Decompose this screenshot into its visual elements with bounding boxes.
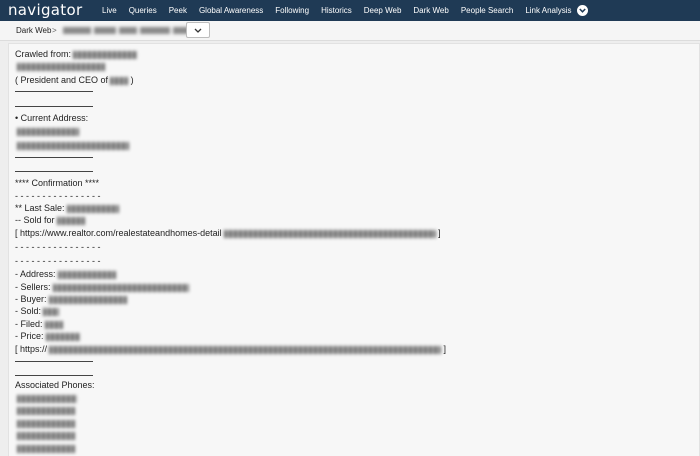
crawled-document-content: Crawled from: ( President and CEO of ) •… <box>8 43 700 456</box>
crawled-from-line: Crawled from: <box>15 48 138 60</box>
sellers-label: - Sellers: <box>15 282 51 292</box>
dashes-line: - - - - - - - - - - - - - - - - <box>15 256 101 266</box>
redacted-name <box>73 50 138 59</box>
sold-for-label: -- Sold for <box>15 215 55 225</box>
redacted-link-path <box>49 345 442 354</box>
last-sale-label: ** Last Sale: <box>15 203 65 213</box>
role-line: ( President and CEO of ) <box>15 74 134 86</box>
link-close-bracket: ] <box>443 344 447 354</box>
realtor-link-text[interactable]: [ https://www.realtor.com/realestateandh… <box>15 228 222 238</box>
breadcrumb-separator: > <box>52 26 57 35</box>
redacted-company <box>110 76 129 85</box>
redacted-sellers <box>52 283 189 292</box>
redacted-buyer <box>48 295 127 304</box>
menu-item-historics[interactable]: Historics <box>315 6 358 15</box>
redacted-phone <box>17 406 75 415</box>
last-sale-line: ** Last Sale: <box>15 202 119 214</box>
breadcrumb-current-redacted <box>63 27 193 34</box>
filed-line: - Filed: <box>15 318 63 330</box>
user-menu-dropdown-button[interactable] <box>577 5 588 16</box>
redacted-phone <box>17 431 75 440</box>
role-label: ( President and CEO of <box>15 75 109 85</box>
chevron-down-icon <box>579 8 586 13</box>
buyer-label: - Buyer: <box>15 294 47 304</box>
menu-item-global-awareness[interactable]: Global Awareness <box>193 6 269 15</box>
menu-item-peek[interactable]: Peek <box>163 6 193 15</box>
divider <box>15 361 93 362</box>
sold-label: - Sold: <box>15 306 42 316</box>
breadcrumb-select-button[interactable] <box>186 22 210 38</box>
redacted-text <box>17 141 129 150</box>
chevron-down-icon <box>194 28 202 33</box>
redacted-sold-date <box>43 307 60 316</box>
phone-list-item <box>15 442 75 454</box>
filed-label: - Filed: <box>15 319 43 329</box>
second-link-line[interactable]: [ https:// ] <box>15 343 446 355</box>
divider <box>15 157 93 158</box>
menu-item-queries[interactable]: Queries <box>123 6 163 15</box>
breadcrumb-root[interactable]: Dark Web <box>16 21 51 40</box>
current-address-label: • Current Address: <box>15 113 89 123</box>
redacted-link-path <box>223 229 436 238</box>
sold-line: - Sold: <box>15 305 60 317</box>
address-line: - Address: <box>15 268 116 280</box>
menu-item-following[interactable]: Following <box>269 6 315 15</box>
redacted-filed-date <box>44 320 63 329</box>
redacted-phone <box>17 444 75 453</box>
redacted-address <box>57 270 116 279</box>
realtor-link-line[interactable]: [ https://www.realtor.com/realestateandh… <box>15 227 441 239</box>
navigator-logo[interactable]: navigator <box>8 0 82 21</box>
confirmation-heading: **** Confirmation **** <box>15 178 100 188</box>
address-label: - Address: <box>15 269 56 279</box>
link-close-bracket: ] <box>438 228 441 238</box>
menu-item-dark-web[interactable]: Dark Web <box>407 6 454 15</box>
main-menu: Live Queries Peek Global Awareness Follo… <box>96 0 578 21</box>
redacted-text <box>17 62 105 71</box>
redacted-line <box>15 60 105 72</box>
top-navigation-bar: navigator Live Queries Peek Global Aware… <box>0 0 700 21</box>
phone-list-item <box>15 392 77 404</box>
redacted-line <box>15 139 129 151</box>
menu-item-live[interactable]: Live <box>96 6 123 15</box>
sold-for-line: -- Sold for <box>15 214 85 226</box>
redacted-date <box>66 204 119 213</box>
logo-text-suffix: r <box>75 1 83 19</box>
redacted-text <box>17 127 79 136</box>
dashes-line: - - - - - - - - - - - - - - - - <box>15 242 101 252</box>
role-close: ) <box>130 75 134 85</box>
phone-list-item <box>15 404 75 416</box>
redacted-line <box>15 125 79 137</box>
redacted-amount <box>56 216 85 225</box>
price-label: - Price: <box>15 331 44 341</box>
current-address-line: • Current Address: <box>15 112 88 124</box>
phone-list-item <box>15 417 75 429</box>
phone-list-item <box>15 429 75 441</box>
menu-item-people-search[interactable]: People Search <box>455 6 519 15</box>
divider <box>15 171 93 172</box>
divider <box>15 91 93 92</box>
menu-item-deep-web[interactable]: Deep Web <box>358 6 408 15</box>
redacted-phone <box>17 419 75 428</box>
crawled-from-label: Crawled from: <box>15 49 72 59</box>
divider <box>15 106 93 107</box>
menu-item-link-analysis[interactable]: Link Analysis <box>519 6 577 15</box>
price-line: - Price: <box>15 330 80 342</box>
dashes-line: - - - - - - - - - - - - - - - - <box>15 191 101 201</box>
logo-text-o: o <box>66 1 76 19</box>
redacted-phone <box>17 394 77 403</box>
associated-phones-heading: Associated Phones: <box>15 380 95 390</box>
second-link-text[interactable]: [ https:// <box>15 344 47 354</box>
redacted-price <box>45 332 80 341</box>
breadcrumb: Dark Web > <box>0 21 700 41</box>
logo-text-prefix: navigat <box>8 1 67 19</box>
divider <box>15 375 93 376</box>
sellers-line: - Sellers: <box>15 281 189 293</box>
buyer-line: - Buyer: <box>15 293 127 305</box>
